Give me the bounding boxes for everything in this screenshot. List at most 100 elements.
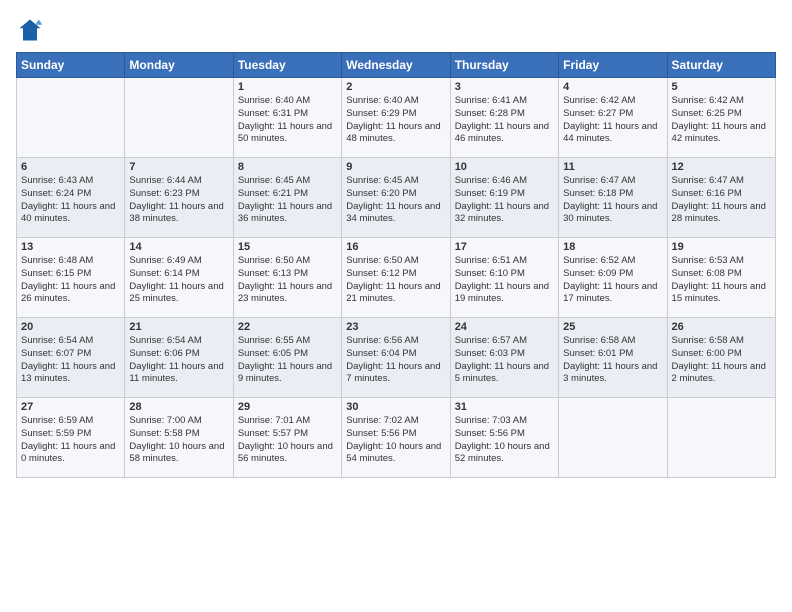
calendar-cell: 12 Sunrise: 6:47 AM Sunset: 6:16 PM Dayli… xyxy=(667,158,775,238)
day-number: 5 xyxy=(672,81,771,93)
calendar-cell: 18 Sunrise: 6:52 AM Sunset: 6:09 PM Dayli… xyxy=(559,238,667,318)
calendar-cell xyxy=(17,78,125,158)
day-number: 22 xyxy=(238,321,337,333)
calendar-cell: 19 Sunrise: 6:53 AM Sunset: 6:08 PM Dayli… xyxy=(667,238,775,318)
day-number: 10 xyxy=(455,161,554,173)
day-info: Sunrise: 6:40 AM Sunset: 6:29 PM Dayligh… xyxy=(346,95,445,146)
day-info: Sunrise: 6:52 AM Sunset: 6:09 PM Dayligh… xyxy=(563,255,662,306)
calendar-cell: 8Sunrise: 6:45 AM Sunset: 6:21 PM Daylig… xyxy=(233,158,341,238)
day-info: Sunrise: 7:00 AM Sunset: 5:58 PM Dayligh… xyxy=(129,415,228,466)
day-info: Sunrise: 6:49 AM Sunset: 6:14 PM Dayligh… xyxy=(129,255,228,306)
weekday-header: Sunday xyxy=(17,53,125,78)
day-number: 19 xyxy=(672,241,771,253)
day-number: 26 xyxy=(672,321,771,333)
day-number: 24 xyxy=(455,321,554,333)
calendar-cell: 27 Sunrise: 6:59 AM Sunset: 5:59 PM Dayli… xyxy=(17,398,125,478)
day-number: 9 xyxy=(346,161,445,173)
day-number: 20 xyxy=(21,321,120,333)
day-info: Sunrise: 6:54 AM Sunset: 6:06 PM Dayligh… xyxy=(129,335,228,386)
calendar-cell: 20 Sunrise: 6:54 AM Sunset: 6:07 PM Dayli… xyxy=(17,318,125,398)
day-number: 25 xyxy=(563,321,662,333)
day-info: Sunrise: 6:50 AM Sunset: 6:13 PM Dayligh… xyxy=(238,255,337,306)
calendar-week-row: 27 Sunrise: 6:59 AM Sunset: 5:59 PM Dayli… xyxy=(17,398,776,478)
day-number: 16 xyxy=(346,241,445,253)
day-info: Sunrise: 7:03 AM Sunset: 5:56 PM Dayligh… xyxy=(455,415,554,466)
day-number: 2 xyxy=(346,81,445,93)
weekday-header: Thursday xyxy=(450,53,558,78)
calendar-cell xyxy=(667,398,775,478)
calendar-cell: 31 Sunrise: 7:03 AM Sunset: 5:56 PM Dayli… xyxy=(450,398,558,478)
day-number: 4 xyxy=(563,81,662,93)
day-info: Sunrise: 6:46 AM Sunset: 6:19 PM Dayligh… xyxy=(455,175,554,226)
calendar-cell: 16 Sunrise: 6:50 AM Sunset: 6:12 PM Dayli… xyxy=(342,238,450,318)
day-number: 18 xyxy=(563,241,662,253)
day-info: Sunrise: 6:41 AM Sunset: 6:28 PM Dayligh… xyxy=(455,95,554,146)
calendar-cell: 6Sunrise: 6:43 AM Sunset: 6:24 PM Daylig… xyxy=(17,158,125,238)
day-number: 23 xyxy=(346,321,445,333)
weekday-header: Wednesday xyxy=(342,53,450,78)
day-info: Sunrise: 6:53 AM Sunset: 6:08 PM Dayligh… xyxy=(672,255,771,306)
calendar-cell: 23 Sunrise: 6:56 AM Sunset: 6:04 PM Dayli… xyxy=(342,318,450,398)
logo-icon xyxy=(16,16,44,44)
day-info: Sunrise: 6:48 AM Sunset: 6:15 PM Dayligh… xyxy=(21,255,120,306)
weekday-header: Friday xyxy=(559,53,667,78)
day-info: Sunrise: 6:42 AM Sunset: 6:25 PM Dayligh… xyxy=(672,95,771,146)
calendar-cell: 15 Sunrise: 6:50 AM Sunset: 6:13 PM Dayli… xyxy=(233,238,341,318)
day-info: Sunrise: 6:45 AM Sunset: 6:20 PM Dayligh… xyxy=(346,175,445,226)
calendar-cell: 28 Sunrise: 7:00 AM Sunset: 5:58 PM Dayli… xyxy=(125,398,233,478)
calendar-table: SundayMondayTuesdayWednesdayThursdayFrid… xyxy=(16,52,776,478)
logo xyxy=(16,16,48,44)
calendar-cell: 3Sunrise: 6:41 AM Sunset: 6:28 PM Daylig… xyxy=(450,78,558,158)
day-number: 17 xyxy=(455,241,554,253)
calendar-cell: 17 Sunrise: 6:51 AM Sunset: 6:10 PM Dayli… xyxy=(450,238,558,318)
day-number: 11 xyxy=(563,161,662,173)
calendar-cell: 1 Sunrise: 6:40 AM Sunset: 6:31 PM Daylig… xyxy=(233,78,341,158)
day-info: Sunrise: 6:55 AM Sunset: 6:05 PM Dayligh… xyxy=(238,335,337,386)
weekday-header-row: SundayMondayTuesdayWednesdayThursdayFrid… xyxy=(17,53,776,78)
day-number: 14 xyxy=(129,241,228,253)
day-info: Sunrise: 6:47 AM Sunset: 6:16 PM Dayligh… xyxy=(672,175,771,226)
day-number: 28 xyxy=(129,401,228,413)
day-number: 21 xyxy=(129,321,228,333)
calendar-cell: 13Sunrise: 6:48 AM Sunset: 6:15 PM Dayli… xyxy=(17,238,125,318)
calendar-cell: 5 Sunrise: 6:42 AM Sunset: 6:25 PM Daylig… xyxy=(667,78,775,158)
calendar-cell xyxy=(125,78,233,158)
calendar-cell: 26 Sunrise: 6:58 AM Sunset: 6:00 PM Dayli… xyxy=(667,318,775,398)
day-number: 29 xyxy=(238,401,337,413)
calendar-cell: 21 Sunrise: 6:54 AM Sunset: 6:06 PM Dayli… xyxy=(125,318,233,398)
calendar-cell: 22 Sunrise: 6:55 AM Sunset: 6:05 PM Dayli… xyxy=(233,318,341,398)
day-info: Sunrise: 6:56 AM Sunset: 6:04 PM Dayligh… xyxy=(346,335,445,386)
day-number: 15 xyxy=(238,241,337,253)
day-number: 30 xyxy=(346,401,445,413)
calendar-cell: 4Sunrise: 6:42 AM Sunset: 6:27 PM Daylig… xyxy=(559,78,667,158)
day-info: Sunrise: 6:58 AM Sunset: 6:01 PM Dayligh… xyxy=(563,335,662,386)
calendar-cell: 2 Sunrise: 6:40 AM Sunset: 6:29 PM Daylig… xyxy=(342,78,450,158)
day-number: 31 xyxy=(455,401,554,413)
day-info: Sunrise: 6:59 AM Sunset: 5:59 PM Dayligh… xyxy=(21,415,120,466)
calendar-cell: 11 Sunrise: 6:47 AM Sunset: 6:18 PM Dayli… xyxy=(559,158,667,238)
calendar-cell: 7Sunrise: 6:44 AM Sunset: 6:23 PM Daylig… xyxy=(125,158,233,238)
calendar-cell: 30 Sunrise: 7:02 AM Sunset: 5:56 PM Dayli… xyxy=(342,398,450,478)
day-info: Sunrise: 6:50 AM Sunset: 6:12 PM Dayligh… xyxy=(346,255,445,306)
day-info: Sunrise: 7:02 AM Sunset: 5:56 PM Dayligh… xyxy=(346,415,445,466)
page-header xyxy=(16,16,776,44)
day-info: Sunrise: 6:57 AM Sunset: 6:03 PM Dayligh… xyxy=(455,335,554,386)
day-info: Sunrise: 6:58 AM Sunset: 6:00 PM Dayligh… xyxy=(672,335,771,386)
day-info: Sunrise: 6:54 AM Sunset: 6:07 PM Dayligh… xyxy=(21,335,120,386)
day-number: 1 xyxy=(238,81,337,93)
calendar-cell: 14 Sunrise: 6:49 AM Sunset: 6:14 PM Dayli… xyxy=(125,238,233,318)
day-info: Sunrise: 6:40 AM Sunset: 6:31 PM Dayligh… xyxy=(238,95,337,146)
calendar-week-row: 13Sunrise: 6:48 AM Sunset: 6:15 PM Dayli… xyxy=(17,238,776,318)
day-info: Sunrise: 6:51 AM Sunset: 6:10 PM Dayligh… xyxy=(455,255,554,306)
day-info: Sunrise: 6:44 AM Sunset: 6:23 PM Dayligh… xyxy=(129,175,228,226)
day-number: 6 xyxy=(21,161,120,173)
day-info: Sunrise: 6:45 AM Sunset: 6:21 PM Dayligh… xyxy=(238,175,337,226)
calendar-week-row: 20 Sunrise: 6:54 AM Sunset: 6:07 PM Dayli… xyxy=(17,318,776,398)
calendar-cell: 24 Sunrise: 6:57 AM Sunset: 6:03 PM Dayli… xyxy=(450,318,558,398)
calendar-week-row: 6Sunrise: 6:43 AM Sunset: 6:24 PM Daylig… xyxy=(17,158,776,238)
calendar-cell: 10 Sunrise: 6:46 AM Sunset: 6:19 PM Dayli… xyxy=(450,158,558,238)
day-info: Sunrise: 6:47 AM Sunset: 6:18 PM Dayligh… xyxy=(563,175,662,226)
day-number: 12 xyxy=(672,161,771,173)
day-number: 27 xyxy=(21,401,120,413)
weekday-header: Tuesday xyxy=(233,53,341,78)
